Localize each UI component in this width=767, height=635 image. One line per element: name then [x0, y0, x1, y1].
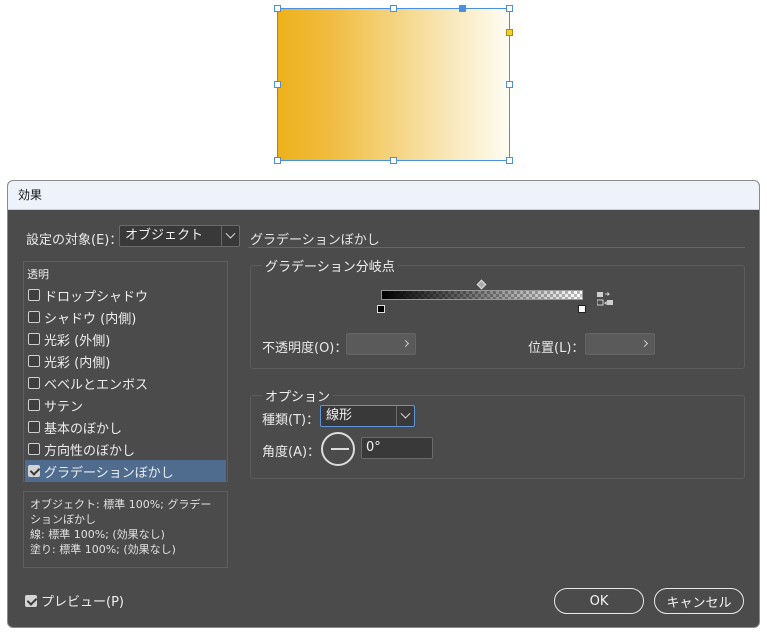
effect-item-inner-glow[interactable]: 光彩 (内側) — [25, 350, 226, 372]
reference-point-handle[interactable] — [459, 5, 466, 12]
checkbox[interactable] — [28, 311, 40, 323]
ok-label: OK — [589, 593, 609, 609]
effect-item-bevel-emboss[interactable]: ベベルとエンボス — [25, 372, 226, 394]
chevron-right-icon — [640, 339, 649, 348]
gradient-stop-left[interactable] — [377, 305, 385, 313]
effect-item-label: 光彩 (内側) — [44, 355, 111, 371]
chevron-down-icon — [221, 226, 239, 246]
cancel-label: キャンセル — [666, 595, 732, 611]
checkbox[interactable] — [28, 443, 40, 455]
effect-item-outer-glow[interactable]: 光彩 (外側) — [25, 328, 226, 350]
settings-for-value: オブジェクト — [125, 228, 204, 243]
effect-item-label: 方向性のぼかし — [44, 443, 136, 459]
chevron-right-icon — [401, 339, 410, 348]
effects-dialog: 効果 設定の対象(E)： オブジェクト グラデーションぼかし 透明 ドロップシャ… — [7, 180, 760, 628]
effect-item-gradient-feather[interactable]: グラデーションぼかし — [25, 460, 226, 482]
checkbox[interactable] — [28, 399, 40, 411]
selection-handle-top-left[interactable] — [274, 5, 281, 12]
preview-label: プレビュー(P) — [41, 595, 124, 610]
opacity-label: 不透明度(O)： — [262, 341, 348, 356]
summary-fill: 塗り: 標準 100%; (効果なし) — [30, 543, 176, 556]
selection-handle-bottom-left[interactable] — [274, 157, 281, 164]
effect-item-label: サテン — [44, 399, 84, 415]
checkbox[interactable] — [28, 289, 40, 301]
angle-dial[interactable] — [321, 432, 355, 466]
gradient-stops-title: グラデーション分岐点 — [262, 256, 398, 275]
options-title: オプション — [262, 386, 334, 405]
selection-handle-middle-right[interactable] — [506, 81, 513, 88]
checkbox-checked[interactable] — [25, 594, 37, 607]
checkbox[interactable] — [28, 333, 40, 345]
angle-label: 角度(A)： — [262, 445, 321, 460]
effect-item-label: シャドウ (内側) — [44, 311, 137, 327]
heading-divider — [248, 247, 745, 248]
position-field[interactable] — [585, 333, 655, 355]
gradient-ramp[interactable] — [381, 290, 583, 300]
settings-for-label: 設定の対象(E)： — [26, 233, 123, 248]
gradient-stop-right[interactable] — [578, 305, 586, 313]
ok-button[interactable]: OK — [554, 588, 644, 614]
effect-item-satin[interactable]: サテン — [25, 394, 226, 416]
effect-item-label: グラデーションぼかし — [44, 465, 174, 481]
checkbox[interactable] — [28, 421, 40, 433]
effect-item-basic-feather[interactable]: 基本のぼかし — [25, 416, 226, 438]
summary-object: オブジェクト: 標準 100%; グラデーションぼかし — [30, 498, 212, 526]
effect-item-directional-feather[interactable]: 方向性のぼかし — [25, 438, 226, 460]
opacity-field[interactable] — [346, 333, 416, 355]
selection-handle-middle-left[interactable] — [274, 81, 281, 88]
position-label: 位置(L)： — [528, 341, 585, 356]
type-label: 種類(T)： — [262, 413, 320, 428]
effect-item-inner-shadow[interactable]: シャドウ (内側) — [25, 306, 226, 328]
effect-item-label: ベベルとエンボス — [44, 377, 149, 393]
preview-checkbox[interactable]: プレビュー(P) — [25, 591, 124, 610]
gradient-feathered-object[interactable] — [277, 8, 510, 161]
corner-options-handle[interactable] — [506, 29, 513, 36]
angle-value: 0° — [366, 440, 381, 455]
chevron-down-icon — [396, 406, 414, 426]
effects-list: 透明 ドロップシャドウ シャドウ (内側) 光彩 (外側) 光彩 (内側) ベベ… — [23, 261, 228, 482]
checkbox-checked[interactable] — [28, 465, 40, 477]
effect-item-label: 基本のぼかし — [44, 421, 123, 437]
angle-input[interactable]: 0° — [361, 437, 433, 459]
effect-item-label: ドロップシャドウ — [44, 289, 149, 305]
list-header-transparency: 透明 — [27, 268, 49, 281]
selection-handle-bottom-center[interactable] — [390, 157, 397, 164]
selection-handle-top-center[interactable] — [390, 5, 397, 12]
settings-for-select[interactable]: オブジェクト — [119, 225, 240, 247]
dialog-title: 効果 — [8, 181, 759, 210]
effects-summary: オブジェクト: 標準 100%; グラデーションぼかし 線: 標準 100%; … — [23, 491, 228, 568]
summary-stroke: 線: 標準 100%; (効果なし) — [30, 528, 165, 541]
type-select[interactable]: 線形 — [320, 405, 415, 427]
checkbox[interactable] — [28, 355, 40, 367]
cancel-button[interactable]: キャンセル — [654, 588, 744, 614]
effect-heading: グラデーションぼかし — [250, 233, 380, 248]
selection-handle-top-right[interactable] — [506, 5, 513, 12]
checkbox[interactable] — [28, 377, 40, 389]
selection-handle-bottom-right[interactable] — [506, 157, 513, 164]
reverse-gradient-icon[interactable] — [597, 291, 613, 307]
effect-item-label: 光彩 (外側) — [44, 333, 111, 349]
effect-item-drop-shadow[interactable]: ドロップシャドウ — [25, 284, 226, 306]
type-value: 線形 — [326, 408, 353, 423]
